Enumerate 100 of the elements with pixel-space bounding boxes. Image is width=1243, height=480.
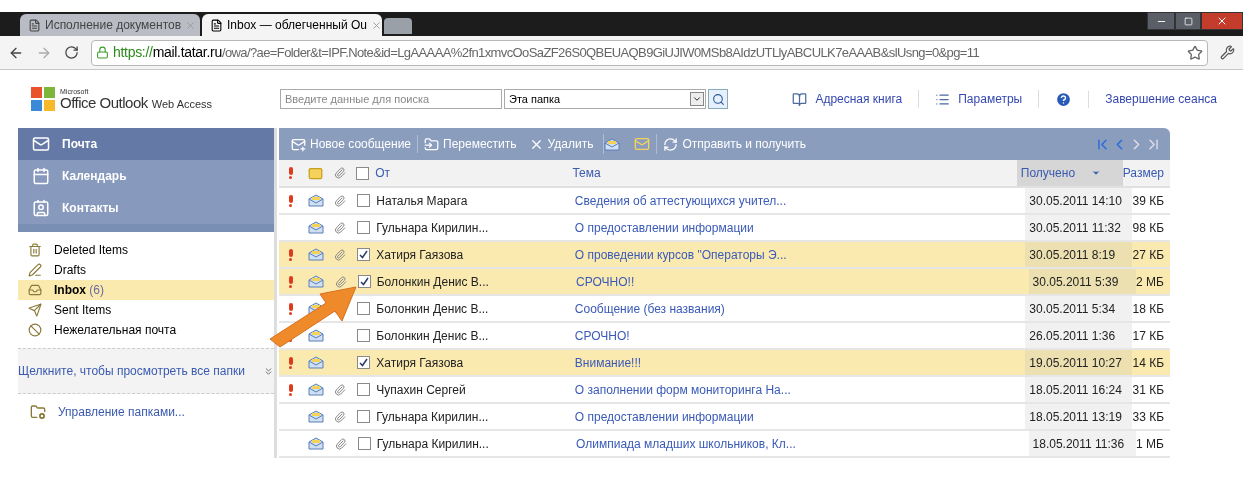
bookmark-star-icon[interactable] xyxy=(1187,44,1203,61)
folder-item[interactable]: Нежелательная почта xyxy=(18,320,274,340)
sender-cell-text: Болонкин Денис В... xyxy=(376,300,490,318)
options-link[interactable]: Параметры xyxy=(958,90,1023,108)
row-checkbox[interactable] xyxy=(357,248,371,261)
new-mail-icon xyxy=(291,136,306,152)
size-cell-text: 31 КБ xyxy=(1132,381,1165,399)
search-icon xyxy=(711,92,725,106)
module-tab[interactable]: Почта xyxy=(18,128,274,160)
read-mail-icon xyxy=(604,137,621,151)
subject-cell-text: О предоставлении информации xyxy=(574,408,755,426)
message-row[interactable]: Гульнара Кирилин... О предоставлении информации 18.05.2011 13:19 33 КБ xyxy=(279,404,1170,431)
help-icon[interactable] xyxy=(1055,90,1073,108)
read-envelope-icon xyxy=(308,383,324,396)
message-row[interactable]: Хатиря Гаязова О проведении курсов "Операторы Э... 30.05.2011 8:19 27 КБ xyxy=(279,242,1170,269)
address-bar[interactable]: https://mail.tatar.ru/owa/?ae=Folder&t=IPF.Note&id=LgAAAAA%2fn1xmvcOoSaZF26S0QBEUAQB9GiUJIW0MSb8AIdzUTLlyABCULK7eAAAB&slUsng=0&pg=11 xyxy=(91,39,1208,66)
size-cell-text: 39 КБ xyxy=(1132,192,1165,210)
row-checkbox[interactable] xyxy=(357,383,371,396)
browser-tab[interactable]: Inbox — облегченный Ou xyxy=(202,14,382,36)
url-host: mail.tatar.ru xyxy=(152,43,222,62)
folder-item[interactable]: Sent Items xyxy=(18,300,274,320)
search-button[interactable] xyxy=(708,89,728,109)
sort-caret-icon xyxy=(1091,168,1102,178)
browser-tab[interactable]: Исполнение документов xyxy=(20,14,200,36)
column-header[interactable]: Получено xyxy=(1016,160,1123,186)
sync-icon xyxy=(663,136,679,152)
search-field[interactable]: Введите данные для поиска xyxy=(280,89,502,109)
read-envelope-icon xyxy=(308,410,324,423)
row-checkbox[interactable] xyxy=(357,410,371,423)
sender-cell-text: Гульнара Кирилин... xyxy=(376,435,490,453)
sender-cell-text: Болонкин Денис В... xyxy=(376,273,490,291)
page-icon xyxy=(28,18,41,32)
column-header[interactable]: Тема xyxy=(571,164,1017,182)
size-cell-text: 27 КБ xyxy=(1132,246,1165,264)
column-header[interactable]: От xyxy=(375,164,572,182)
importance-icon xyxy=(287,167,294,179)
message-row[interactable]: Чупахин Сергей О заполнении форм мониторинга На... 18.05.2011 16:24 31 КБ xyxy=(279,377,1170,404)
module-icon xyxy=(32,135,50,153)
size-cell-text: 17 КБ xyxy=(1132,327,1165,345)
size-cell-text: 2 МБ xyxy=(1136,273,1165,291)
address-book-link[interactable]: Адресная книга xyxy=(815,90,903,108)
message-row[interactable]: Болонкин Денис В... СРОЧНО! 26.05.2011 1:36 17 КБ xyxy=(279,323,1170,350)
column-header[interactable]: Размер xyxy=(1122,164,1170,182)
received-cell: 30.05.2011 5:34 xyxy=(1025,296,1133,321)
subject-cell-text: СРОЧНО!! xyxy=(576,273,636,291)
windows-logo-icon xyxy=(30,86,56,112)
size-cell-text: 18 КБ xyxy=(1132,300,1165,318)
size-cell-text: 1 МБ xyxy=(1136,435,1165,453)
sender-cell-text: Гульнара Кирилин... xyxy=(376,408,490,426)
address-book-icon xyxy=(792,91,808,107)
message-row[interactable]: Болонкин Денис В... СРОЧНО!! 30.05.2011 5:39 2 МБ xyxy=(279,269,1170,296)
row-checkbox[interactable] xyxy=(357,302,371,315)
received-cell: 18.05.2011 16:24 xyxy=(1025,377,1133,402)
row-checkbox[interactable] xyxy=(356,166,370,180)
close-window-button[interactable] xyxy=(1201,12,1243,30)
move-to-folder-icon xyxy=(424,136,440,152)
message-row[interactable]: Болонкин Денис В... Сообщение (без названия) 30.05.2011 5:34 18 КБ xyxy=(279,296,1170,323)
message-row[interactable]: Наталья Марага Сведения об аттестующихся учител... 30.05.2011 14:10 39 КБ xyxy=(279,188,1170,215)
close-icon xyxy=(1216,15,1228,27)
read-envelope-icon xyxy=(308,437,325,450)
sender-cell-text: Болонкин Денис В... xyxy=(376,327,490,345)
manage-folders-link[interactable]: Управление папками... xyxy=(58,403,185,421)
row-checkbox[interactable] xyxy=(357,329,371,342)
subject-cell-text: Сведения об аттестующихся учител... xyxy=(574,192,788,210)
sender-cell-text: Гульнара Кирилин... xyxy=(376,219,490,237)
row-checkbox[interactable] xyxy=(357,194,371,207)
caret-icon xyxy=(692,94,702,104)
sender-cell-text: Хатиря Гаязова xyxy=(376,246,465,264)
subject-cell-text: О проведении курсов "Операторы Э... xyxy=(574,246,788,264)
row-checkbox[interactable] xyxy=(357,275,371,288)
read-envelope-icon xyxy=(308,356,324,369)
folder-item[interactable]: Inbox (6) xyxy=(18,280,274,300)
sender-cell-text: Чупахин Сергей xyxy=(376,381,467,399)
expand-icon[interactable] xyxy=(263,365,274,377)
folder-item[interactable]: Drafts xyxy=(18,260,274,280)
subject-cell-text: Внимание!!! xyxy=(574,354,643,372)
received-cell: 30.05.2011 11:32 xyxy=(1025,215,1133,240)
row-checkbox[interactable] xyxy=(357,356,371,369)
row-checkbox[interactable] xyxy=(357,437,371,450)
message-row[interactable]: Хатиря Гаязова Внимание!!! 19.05.2011 10:27 14 КБ xyxy=(279,350,1170,377)
received-cell: 26.05.2011 1:36 xyxy=(1025,323,1133,348)
sender-cell-text: Наталья Марага xyxy=(376,192,469,210)
row-checkbox[interactable] xyxy=(357,221,371,234)
scope-dropdown[interactable]: Эта папка xyxy=(504,89,706,109)
paperclip-icon xyxy=(333,167,346,179)
tab-title: Inbox — облегченный Ou xyxy=(227,17,367,34)
received-cell: 30.05.2011 8:19 xyxy=(1025,242,1133,267)
url-scheme: https:// xyxy=(113,43,153,62)
message-row[interactable]: Гульнара Кирилин... О предоставлении информации 30.05.2011 11:32 98 КБ xyxy=(279,215,1170,242)
folder-item[interactable]: Deleted Items xyxy=(18,240,274,260)
message-row[interactable]: Гульнара Кирилин... Олимпиада младших школьников, Кл... 18.05.2011 11:36 1 МБ xyxy=(279,431,1170,458)
reload-icon[interactable] xyxy=(64,45,79,60)
size-cell-text: 98 КБ xyxy=(1132,219,1165,237)
close-icon[interactable] xyxy=(370,19,382,31)
subject-cell-text: СРОЧНО! xyxy=(574,327,631,345)
read-envelope-icon xyxy=(308,194,324,207)
sign-out-link[interactable]: Завершение сеанса xyxy=(1089,90,1217,108)
maximize-button[interactable] xyxy=(1175,12,1201,30)
settings-icon[interactable] xyxy=(1220,45,1235,60)
received-cell: 30.05.2011 5:39 xyxy=(1028,269,1137,294)
